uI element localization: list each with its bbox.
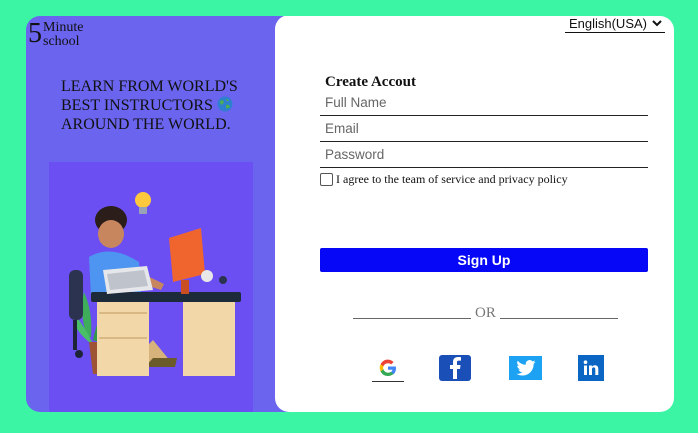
- google-login-button[interactable]: [372, 355, 404, 382]
- hero-line1: LEARN FROM WORLD'S: [61, 78, 238, 95]
- google-icon: [379, 359, 396, 377]
- chevron-down-icon: [652, 20, 662, 27]
- hero-line2: BEST INSTRUCTORS: [61, 97, 213, 114]
- logo-line2: school: [43, 34, 80, 49]
- agree-checkbox[interactable]: [320, 173, 333, 186]
- signup-card: 5 Minute school LEARN FROM WORLD'S BEST …: [26, 16, 674, 412]
- hero-headline: LEARN FROM WORLD'S BEST INSTRUCTORS AROU…: [61, 77, 281, 134]
- hero-line3: AROUND THE WORLD.: [61, 116, 231, 133]
- student-at-desk-image: [69, 192, 241, 376]
- twitter-icon: [515, 360, 536, 376]
- language-selected: English(USA): [568, 16, 647, 31]
- student-illustration: [49, 162, 253, 412]
- password-field[interactable]: Password: [320, 144, 648, 168]
- agree-row: I agree to the team of service and priva…: [320, 172, 568, 187]
- left-panel: 5 Minute school LEARN FROM WORLD'S BEST …: [26, 16, 296, 412]
- facebook-login-button[interactable]: [439, 355, 471, 381]
- globe-icon: [217, 96, 233, 112]
- signup-button[interactable]: Sign Up: [320, 248, 648, 272]
- lightbulb-icon: [135, 192, 151, 214]
- email-field[interactable]: Email: [320, 118, 648, 142]
- or-line-right: [499, 318, 618, 319]
- logo-words: Minute school: [43, 21, 83, 49]
- or-line-left: [353, 318, 471, 319]
- logo-line1: Minute: [43, 20, 84, 35]
- right-panel: English(USA) Create Accout Full Name Ema…: [275, 16, 674, 412]
- logo: 5 Minute school: [28, 20, 83, 49]
- twitter-login-button[interactable]: [509, 356, 542, 380]
- agree-label: I agree to the team of service and priva…: [336, 172, 568, 186]
- logo-digit: 5: [28, 18, 42, 49]
- full-name-field[interactable]: Full Name: [320, 92, 648, 116]
- or-text: OR: [475, 305, 496, 321]
- linkedin-login-button[interactable]: [578, 355, 604, 381]
- or-divider: OR: [353, 305, 618, 322]
- linkedin-icon: [583, 360, 599, 375]
- facebook-icon: [450, 357, 461, 379]
- form-title: Create Accout: [325, 74, 416, 90]
- language-select[interactable]: English(USA): [564, 16, 665, 33]
